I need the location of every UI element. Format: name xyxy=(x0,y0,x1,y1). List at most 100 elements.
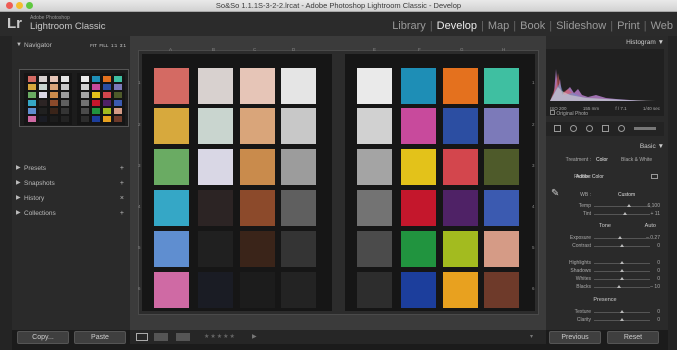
reset-button[interactable]: Reset xyxy=(607,331,659,344)
tint-value[interactable]: + 11 xyxy=(651,211,661,217)
navigator-swatch xyxy=(92,108,100,114)
row-number: 4 xyxy=(138,204,141,209)
before-after-icon[interactable] xyxy=(154,333,168,341)
copy-button[interactable]: Copy... xyxy=(17,331,69,344)
exposure-value[interactable]: – 0.27 xyxy=(646,235,660,241)
module-slideshow[interactable]: Slideshow xyxy=(556,20,606,32)
row-number: 2 xyxy=(138,122,141,127)
profile-browser-icon[interactable] xyxy=(651,174,658,179)
slider-knob-icon[interactable] xyxy=(623,212,628,215)
navigator-zoom-options[interactable]: FIT FILL 1:1 3:1 xyxy=(90,40,126,51)
blacks-value[interactable]: – 10 xyxy=(650,284,660,290)
module-library[interactable]: Library xyxy=(392,20,426,32)
histogram-header[interactable]: Histogram ▼ xyxy=(626,39,664,46)
treatment-bw[interactable]: Black & White xyxy=(621,157,652,163)
contrast-slider[interactable] xyxy=(594,244,650,247)
texture-slider[interactable] xyxy=(594,310,650,313)
module-web[interactable]: Web xyxy=(651,20,673,32)
navigator-swatch xyxy=(28,76,36,82)
snapshots-header[interactable]: ▶ Snapshots + xyxy=(12,178,130,189)
tint-slider[interactable] xyxy=(594,212,650,215)
navigator-swatch xyxy=(103,100,111,106)
tool-strip xyxy=(546,122,664,136)
module-develop[interactable]: Develop xyxy=(437,20,477,32)
previous-button[interactable]: Previous xyxy=(549,331,601,344)
whites-slider[interactable] xyxy=(594,277,650,280)
navigator-swatch xyxy=(28,84,36,90)
color-swatch xyxy=(198,231,233,267)
profile-select[interactable]: Adobe Color xyxy=(576,174,604,180)
shadows-value[interactable]: 0 xyxy=(657,268,660,274)
spot-removal-icon[interactable] xyxy=(570,125,577,132)
red-eye-icon[interactable] xyxy=(586,125,593,132)
slider-knob-icon[interactable] xyxy=(618,236,623,239)
original-photo-checkbox[interactable]: Original Photo xyxy=(550,110,588,117)
contrast-value[interactable]: 0 xyxy=(657,243,660,249)
highlights-slider[interactable] xyxy=(594,261,650,264)
compare-view-icon[interactable] xyxy=(176,333,190,341)
loupe-view-icon[interactable] xyxy=(136,333,148,341)
column-letter: F xyxy=(418,47,421,52)
basic-header[interactable]: Basic ▼ xyxy=(640,143,664,150)
temp-value[interactable]: 6,100 xyxy=(647,203,660,209)
clarity-value[interactable]: 0 xyxy=(657,317,660,323)
left-panel-edge[interactable] xyxy=(0,36,12,350)
navigator-swatch xyxy=(81,108,89,114)
clear-history-icon[interactable]: × xyxy=(120,193,124,204)
shadows-slider[interactable] xyxy=(594,269,650,272)
slider-knob-icon[interactable] xyxy=(617,285,622,288)
column-letter: D xyxy=(292,47,296,52)
navigator-preview[interactable] xyxy=(19,69,129,127)
texture-label: Texture xyxy=(574,309,591,315)
slider-knob-icon[interactable] xyxy=(620,318,624,321)
crop-tool-icon[interactable] xyxy=(554,125,561,132)
add-preset-icon[interactable]: + xyxy=(120,163,124,174)
toolbar-menu-icon[interactable]: ▾ xyxy=(530,333,533,340)
temp-slider[interactable] xyxy=(594,204,650,207)
navigator-swatch xyxy=(114,108,122,114)
radial-filter-icon[interactable] xyxy=(618,125,625,132)
adjustment-brush-icon[interactable] xyxy=(634,127,656,130)
whites-value[interactable]: 0 xyxy=(657,276,660,282)
add-collection-icon[interactable]: + xyxy=(120,208,124,219)
graduated-filter-icon[interactable] xyxy=(602,125,609,132)
collections-header[interactable]: ▶ Collections + xyxy=(12,208,130,219)
color-swatch xyxy=(484,149,519,185)
slider-knob-icon[interactable] xyxy=(620,310,624,313)
temp-slider-row: Temp 6,100 xyxy=(546,203,664,211)
highlights-value[interactable]: 0 xyxy=(657,260,660,266)
presets-header[interactable]: ▶ Presets + xyxy=(12,163,130,174)
navigator-header[interactable]: ▼ Navigator FIT FILL 1:1 3:1 xyxy=(12,40,130,51)
row-number: 6 xyxy=(138,286,141,291)
blacks-slider[interactable] xyxy=(594,285,650,288)
histogram[interactable]: ISO 200 155 mm f / 7.1 1/40 sec xyxy=(546,49,664,116)
slider-knob-icon[interactable] xyxy=(626,204,631,207)
clarity-slider[interactable] xyxy=(594,318,650,321)
slider-knob-icon[interactable] xyxy=(620,269,624,272)
play-icon[interactable]: ▶ xyxy=(252,333,257,340)
slider-knob-icon[interactable] xyxy=(620,277,624,280)
add-snapshot-icon[interactable]: + xyxy=(120,178,124,189)
wb-select[interactable]: Custom xyxy=(618,192,635,198)
color-swatch xyxy=(198,68,233,104)
collapse-triangle-icon: ▼ xyxy=(16,42,22,48)
exposure-slider[interactable] xyxy=(594,236,650,239)
auto-tone-button[interactable]: Auto xyxy=(645,223,656,229)
navigator-swatch xyxy=(61,100,69,106)
star-rating[interactable]: ★★★★★ xyxy=(204,333,236,340)
module-map[interactable]: Map xyxy=(488,20,509,32)
history-header[interactable]: ▶ History × xyxy=(12,193,130,204)
slider-knob-icon[interactable] xyxy=(620,261,624,264)
slider-knob-icon[interactable] xyxy=(620,244,624,247)
color-swatch xyxy=(484,108,519,144)
navigator-swatch xyxy=(92,116,100,122)
right-panel-edge[interactable] xyxy=(668,36,677,350)
treatment-color[interactable]: Color xyxy=(596,157,608,163)
texture-value[interactable]: 0 xyxy=(657,309,660,315)
blacks-slider-row: Blacks – 10 xyxy=(546,284,664,292)
row-number: 2 xyxy=(532,122,535,127)
color-swatch xyxy=(357,149,392,185)
paste-button[interactable]: Paste xyxy=(74,331,126,344)
module-print[interactable]: Print xyxy=(617,20,640,32)
module-book[interactable]: Book xyxy=(520,20,545,32)
